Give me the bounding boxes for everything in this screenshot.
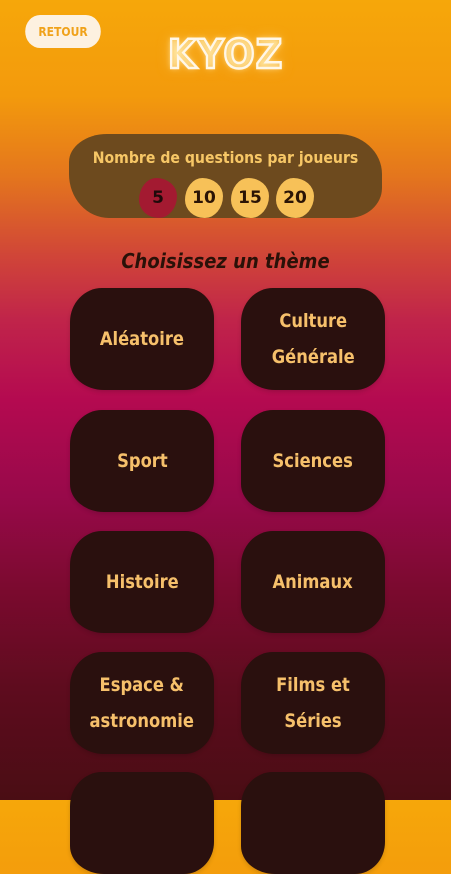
question-option-20[interactable]: 20 <box>276 178 314 218</box>
theme-card-label: Histoire <box>105 571 179 593</box>
theme-card-label: Sport <box>116 450 168 472</box>
theme-card-partial[interactable] <box>241 772 385 874</box>
theme-card-histoire[interactable]: Histoire <box>70 531 214 633</box>
theme-card-espace-astronomie[interactable]: Espace & astronomie <box>70 652 214 754</box>
theme-card-label: Espace & astronomie <box>89 674 195 732</box>
theme-card-label: Aléatoire <box>99 328 185 350</box>
theme-card-partial[interactable] <box>70 772 214 874</box>
theme-card-label: Sciences <box>272 450 354 472</box>
questions-count-options: 5 10 15 20 <box>139 178 314 218</box>
kyoz-logo: KYOZ <box>167 31 284 80</box>
theme-card-culture-generale[interactable]: Culture Générale <box>241 288 385 390</box>
theme-card-animaux[interactable]: Animaux <box>241 531 385 633</box>
theme-card-label: Animaux <box>272 571 354 593</box>
theme-card-label: Films et Séries <box>276 674 350 732</box>
theme-card-sciences[interactable]: Sciences <box>241 410 385 512</box>
theme-card-sport[interactable]: Sport <box>70 410 214 512</box>
question-option-15[interactable]: 15 <box>231 178 269 218</box>
questions-count-title: Nombre de questions par joueurs <box>92 148 359 167</box>
question-option-10[interactable]: 10 <box>185 178 223 218</box>
theme-card-aleatoire[interactable]: Aléatoire <box>70 288 214 390</box>
question-option-5[interactable]: 5 <box>139 178 177 218</box>
theme-heading: Choisissez un thème <box>121 249 330 273</box>
theme-card-label: Culture Générale <box>271 310 355 368</box>
theme-card-films-series[interactable]: Films et Séries <box>241 652 385 754</box>
questions-count-panel: Nombre de questions par joueurs 5 10 15 … <box>69 134 382 218</box>
